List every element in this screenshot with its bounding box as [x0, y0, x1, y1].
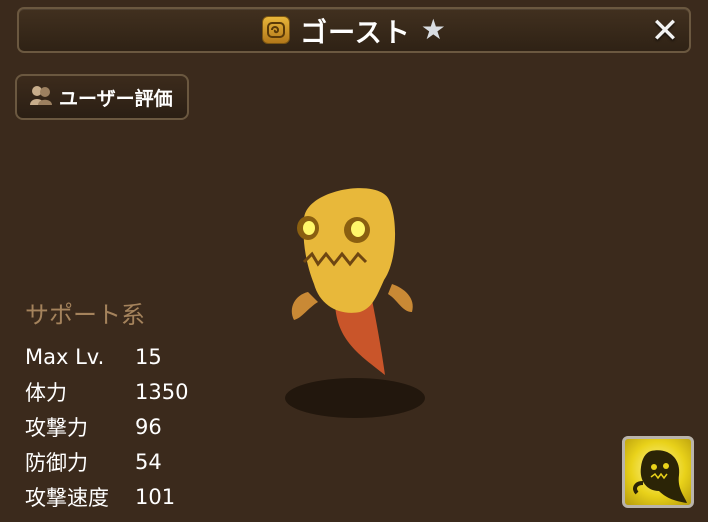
stats-list: Max Lv. 15 体力 1350 攻撃力 96 防御力 54 攻撃速度 10…: [25, 339, 188, 514]
stat-row-attack: 攻撃力 96: [25, 409, 188, 444]
stat-value: 1350: [135, 379, 189, 404]
stat-label: 攻撃速度: [25, 485, 109, 510]
close-button[interactable]: ✕: [647, 11, 683, 51]
ghost-skill-icon[interactable]: [622, 436, 694, 508]
stat-label: Max Lv.: [25, 344, 105, 369]
stat-label: 体力: [25, 380, 67, 405]
stat-row-defense: 防御力 54: [25, 444, 188, 479]
monster-ghost-image: [285, 188, 425, 418]
monster-body: [303, 188, 396, 313]
stat-value: 15: [135, 344, 162, 369]
stat-value: 96: [135, 414, 162, 439]
rune-scroll-icon: [262, 16, 291, 44]
stat-label: 攻撃力: [25, 415, 88, 440]
monster-shadow: [285, 378, 425, 418]
users-icon: [29, 83, 53, 111]
monster-right-eye-glow: [351, 221, 365, 237]
user-review-label: ユーザー評価: [59, 87, 173, 110]
monster-left-eye-glow: [303, 221, 315, 235]
stat-row-max-level: Max Lv. 15: [25, 339, 188, 374]
monster-category: サポート系: [25, 301, 145, 329]
stat-row-hp: 体力 1350: [25, 374, 188, 409]
monster-right-arm: [388, 284, 413, 312]
stat-value: 54: [135, 449, 162, 474]
star-icon: ★: [420, 13, 446, 46]
stat-value: 101: [135, 484, 176, 509]
monster-left-arm: [291, 292, 318, 320]
user-review-button[interactable]: ユーザー評価: [15, 74, 189, 120]
stat-label: 防御力: [25, 450, 88, 475]
stat-row-speed: 攻撃速度 101: [25, 479, 188, 514]
title-bar: ゴースト ★ ✕: [17, 7, 691, 53]
title-group: ゴースト ★: [19, 9, 689, 51]
page-title: ゴースト: [300, 17, 411, 49]
